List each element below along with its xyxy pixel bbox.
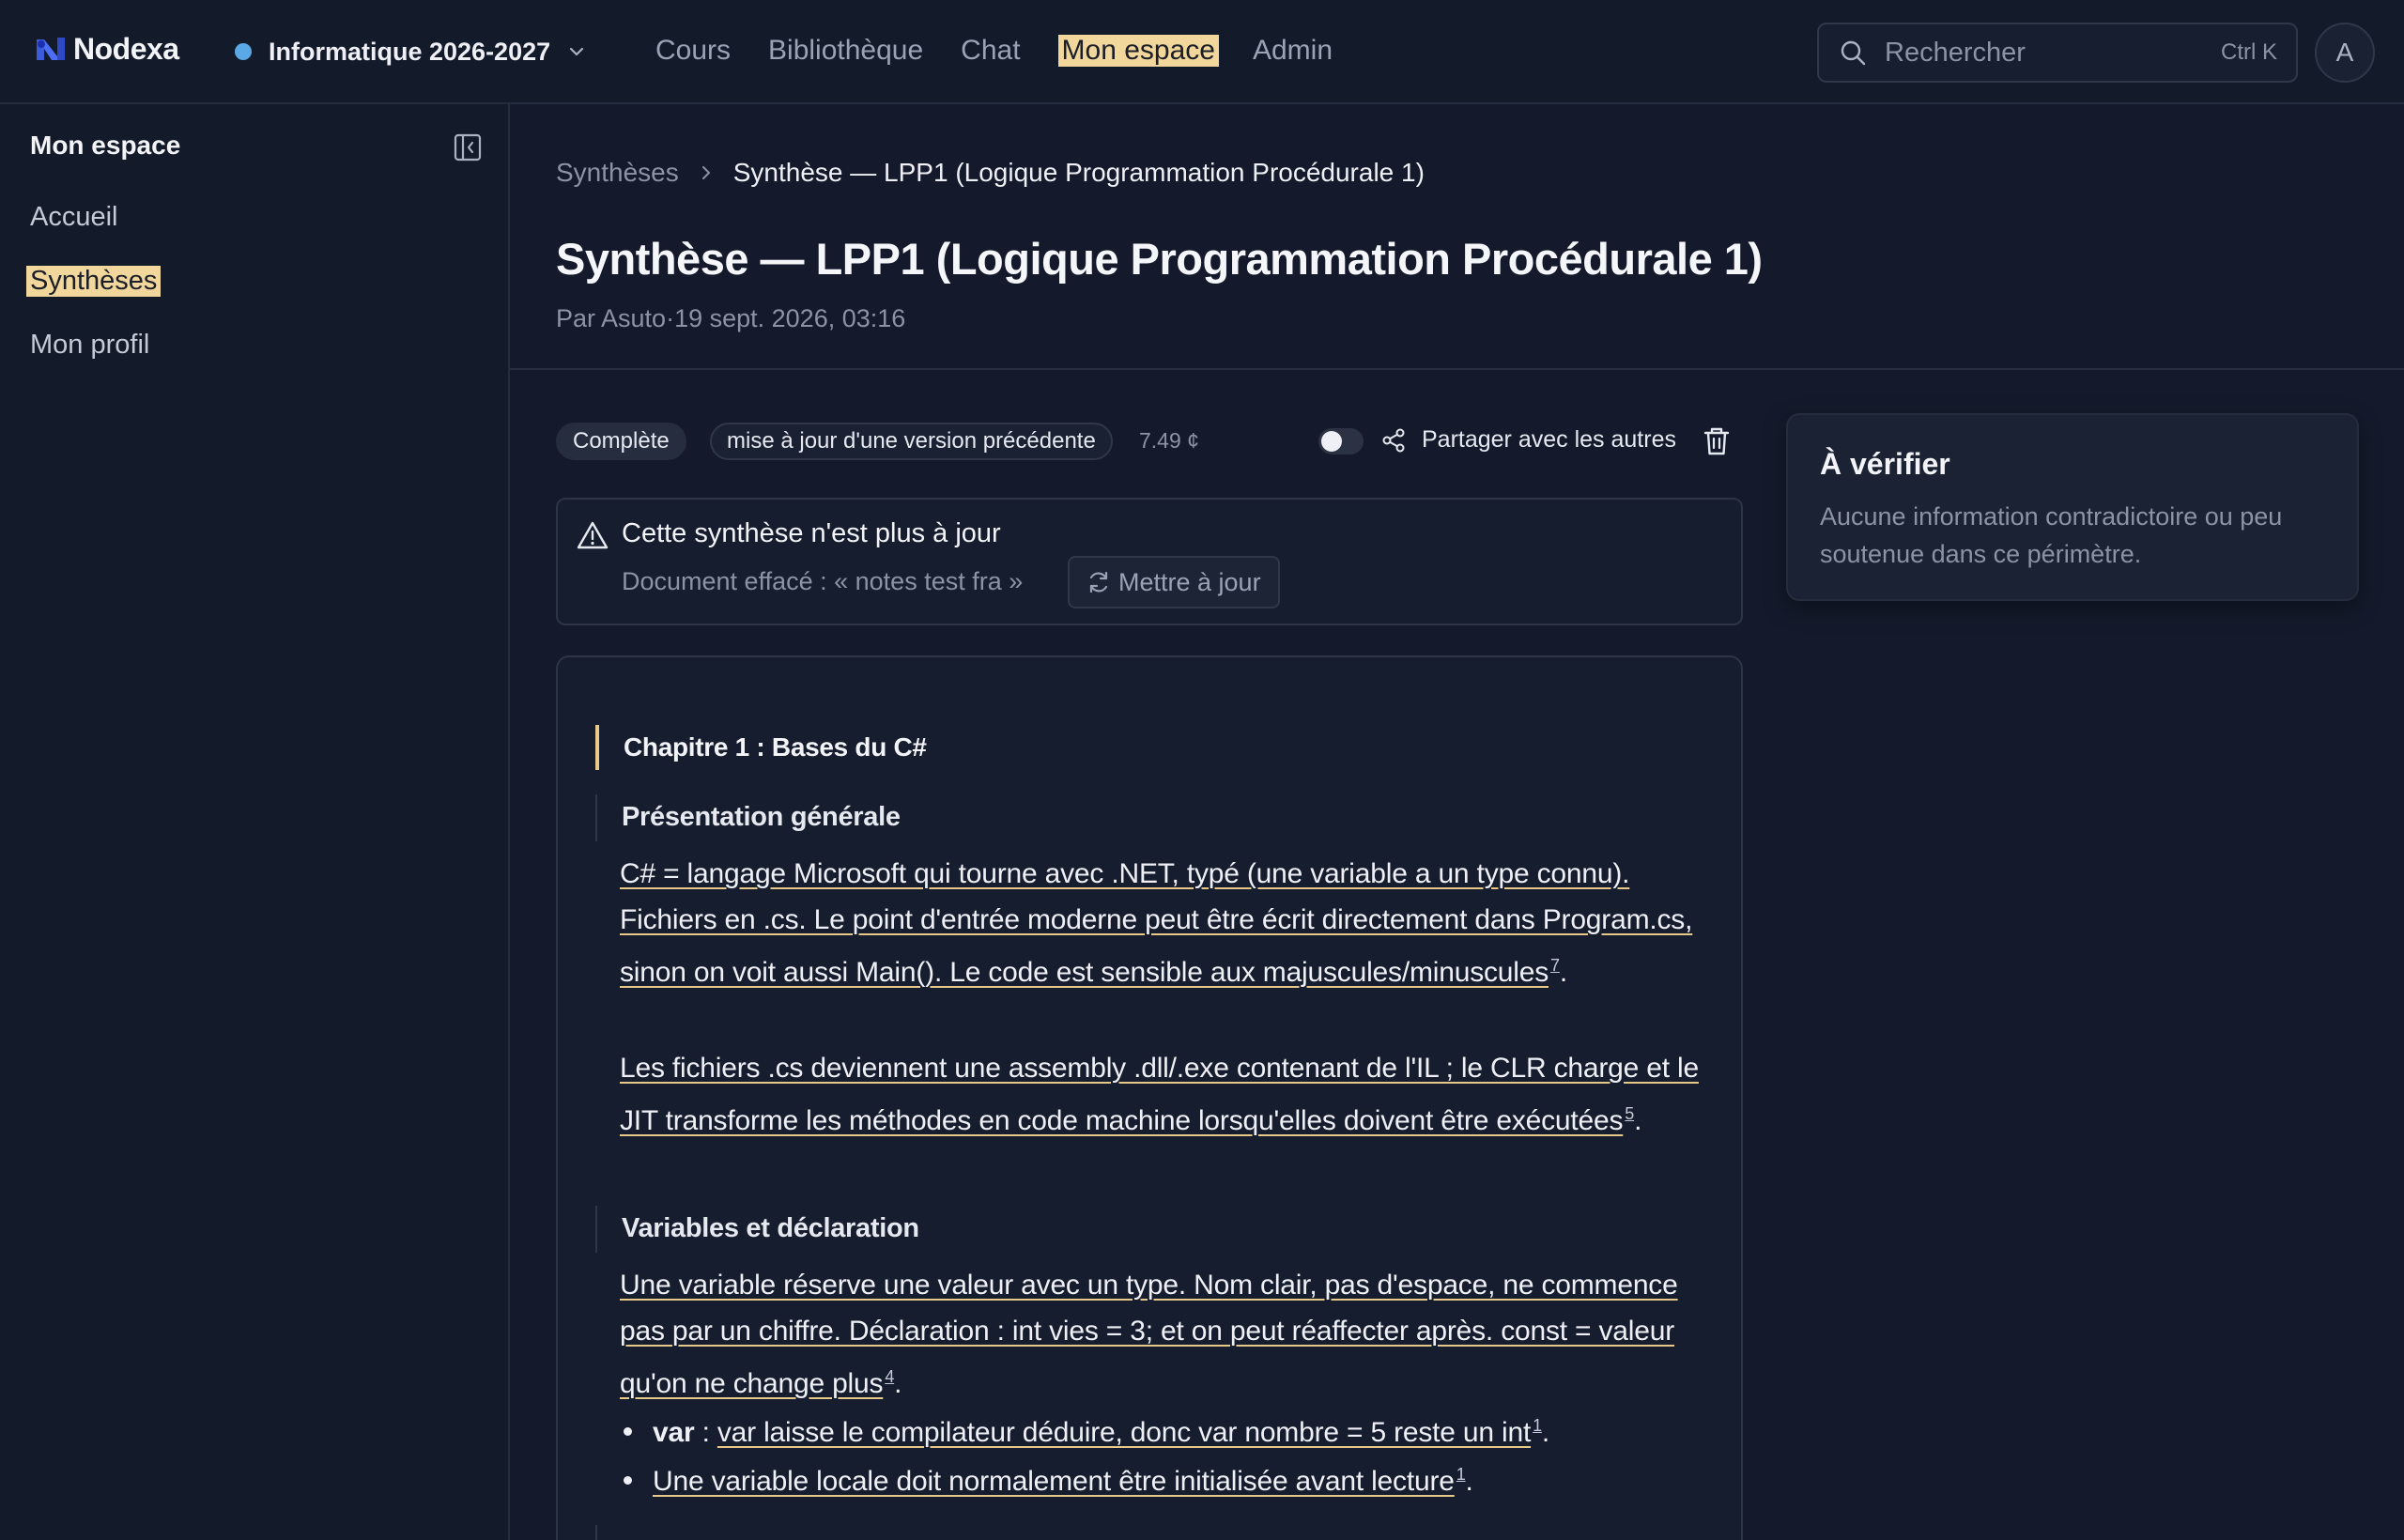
paragraph: Les fichiers .cs deviennent une assembly… bbox=[620, 1053, 1699, 1136]
sidebar-title: Mon espace bbox=[30, 131, 181, 160]
page-meta: Par Asuto·19 sept. 2026, 03:16 bbox=[556, 304, 905, 333]
update-badge: mise à jour d'une version précédente bbox=[710, 423, 1113, 460]
app-name: Nodexa bbox=[73, 31, 179, 66]
top-bar: Nodexa Informatique 2026-2027 Cours Bibl… bbox=[0, 0, 2404, 104]
status-badge: Complète bbox=[556, 423, 686, 460]
nav-mon-espace[interactable]: Mon espace bbox=[1057, 35, 1219, 67]
share-label[interactable]: Partager avec les autres bbox=[1422, 426, 1676, 454]
paragraph-text: Les fichiers .cs deviennent une assembly… bbox=[620, 1053, 1699, 1136]
section-title: Présentation générale bbox=[622, 802, 901, 832]
list-term-separator: : bbox=[694, 1417, 717, 1448]
search-shortcut: Ctrl K bbox=[2221, 39, 2277, 65]
chapter-title: Chapitre 1 : Bases du C# bbox=[624, 732, 927, 762]
warning-icon bbox=[577, 521, 609, 549]
author: Par Asuto bbox=[556, 304, 667, 332]
header-divider bbox=[510, 368, 2404, 370]
footnote-ref[interactable]: 1 bbox=[1456, 1465, 1466, 1484]
nav-chat[interactable]: Chat bbox=[961, 35, 1020, 67]
list-item: Une variable locale doit normalement êtr… bbox=[624, 1465, 1473, 1498]
trash-icon[interactable] bbox=[1702, 425, 1732, 457]
date: 19 sept. 2026, 03:16 bbox=[674, 304, 906, 332]
footnote-ref[interactable]: 7 bbox=[1550, 956, 1560, 975]
paragraph: Une variable réserve une valeur avec un … bbox=[620, 1270, 1678, 1399]
update-button[interactable]: Mettre à jour bbox=[1068, 556, 1280, 608]
sidebar-item-accueil[interactable]: Accueil bbox=[30, 202, 118, 233]
search-box[interactable]: Ctrl K bbox=[1817, 23, 2298, 83]
main-nav: Cours Bibliothèque Chat Mon espace Admin bbox=[655, 30, 1370, 71]
footnote-ref[interactable]: 5 bbox=[1625, 1104, 1634, 1123]
sidebar-item-mon-profil[interactable]: Mon profil bbox=[30, 330, 149, 361]
share-icon bbox=[1382, 428, 1405, 453]
paragraph: C# = langage Microsoft qui tourne avec .… bbox=[620, 858, 1693, 988]
sidebar-item-syntheses[interactable]: Synthèses bbox=[26, 266, 162, 297]
list-text: var laisse le compilateur déduire, donc … bbox=[717, 1417, 1532, 1448]
update-button-label: Mettre à jour bbox=[1118, 567, 1261, 596]
user-avatar[interactable]: A bbox=[2315, 23, 2375, 83]
breadcrumb-parent[interactable]: Synthèses bbox=[556, 158, 679, 188]
nodexa-logo-icon bbox=[37, 38, 65, 60]
share-toggle[interactable] bbox=[1318, 428, 1364, 454]
toggle-knob bbox=[1321, 431, 1342, 452]
cost-label: 7.49 ¢ bbox=[1139, 428, 1199, 453]
section-marker bbox=[595, 1525, 597, 1540]
collapse-sidebar-icon[interactable] bbox=[453, 132, 483, 162]
nav-cours[interactable]: Cours bbox=[655, 35, 731, 67]
section-title: Variables et déclaration bbox=[622, 1213, 919, 1243]
outdated-warning: Cette synthèse n'est plus à jour Documen… bbox=[556, 498, 1743, 625]
search-icon bbox=[1841, 40, 1866, 66]
bullet-dot bbox=[624, 1475, 632, 1485]
section-marker bbox=[595, 1206, 597, 1253]
nav-admin[interactable]: Admin bbox=[1253, 35, 1333, 67]
footnote-ref[interactable]: 4 bbox=[885, 1367, 894, 1386]
list-item: var : var laisse le compilateur déduire,… bbox=[624, 1416, 1549, 1449]
chevron-right-icon bbox=[701, 166, 710, 179]
paragraph-text: Une variable réserve une valeur avec un … bbox=[620, 1270, 1678, 1399]
breadcrumb: Synthèses Synthèse — LPP1 (Logique Progr… bbox=[556, 156, 1425, 190]
verify-panel: À vérifier Aucune information contradict… bbox=[1786, 413, 2359, 601]
chapter-marker bbox=[595, 725, 599, 770]
refresh-icon bbox=[1089, 571, 1108, 593]
bullet-dot bbox=[624, 1426, 632, 1436]
section-marker bbox=[595, 794, 597, 841]
verify-title: À vérifier bbox=[1820, 447, 1950, 481]
list-text: Une variable locale doit normalement êtr… bbox=[653, 1466, 1455, 1497]
verify-text: Aucune information contradictoire ou peu… bbox=[1820, 502, 2283, 568]
nav-bibliotheque[interactable]: Bibliothèque bbox=[768, 35, 923, 67]
list-term: var bbox=[653, 1417, 695, 1448]
warning-detail: Document effacé : « notes test fra » bbox=[622, 567, 1024, 595]
search-input[interactable] bbox=[1885, 37, 2185, 69]
workspace-status-dot bbox=[235, 43, 252, 60]
paragraph-text: C# = langage Microsoft qui tourne avec .… bbox=[620, 858, 1693, 988]
warning-title: Cette synthèse n'est plus à jour bbox=[622, 518, 1001, 548]
sidebar: Mon espace Accueil Synthèses Mon profil bbox=[0, 104, 510, 1540]
page-title: Synthèse — LPP1 (Logique Programmation P… bbox=[556, 234, 1763, 284]
synthesis-content: Chapitre 1 : Bases du C# Présentation gé… bbox=[556, 655, 1743, 1540]
breadcrumb-current: Synthèse — LPP1 (Logique Programmation P… bbox=[732, 158, 1425, 187]
chevron-down-icon bbox=[570, 47, 584, 56]
workspace-name: Informatique 2026-2027 bbox=[269, 37, 551, 66]
footnote-ref[interactable]: 1 bbox=[1533, 1416, 1542, 1435]
workspace-selector[interactable]: Informatique 2026-2027 bbox=[235, 32, 586, 71]
app-logo[interactable]: Nodexa bbox=[34, 30, 179, 68]
meta-separator: · bbox=[666, 304, 675, 332]
